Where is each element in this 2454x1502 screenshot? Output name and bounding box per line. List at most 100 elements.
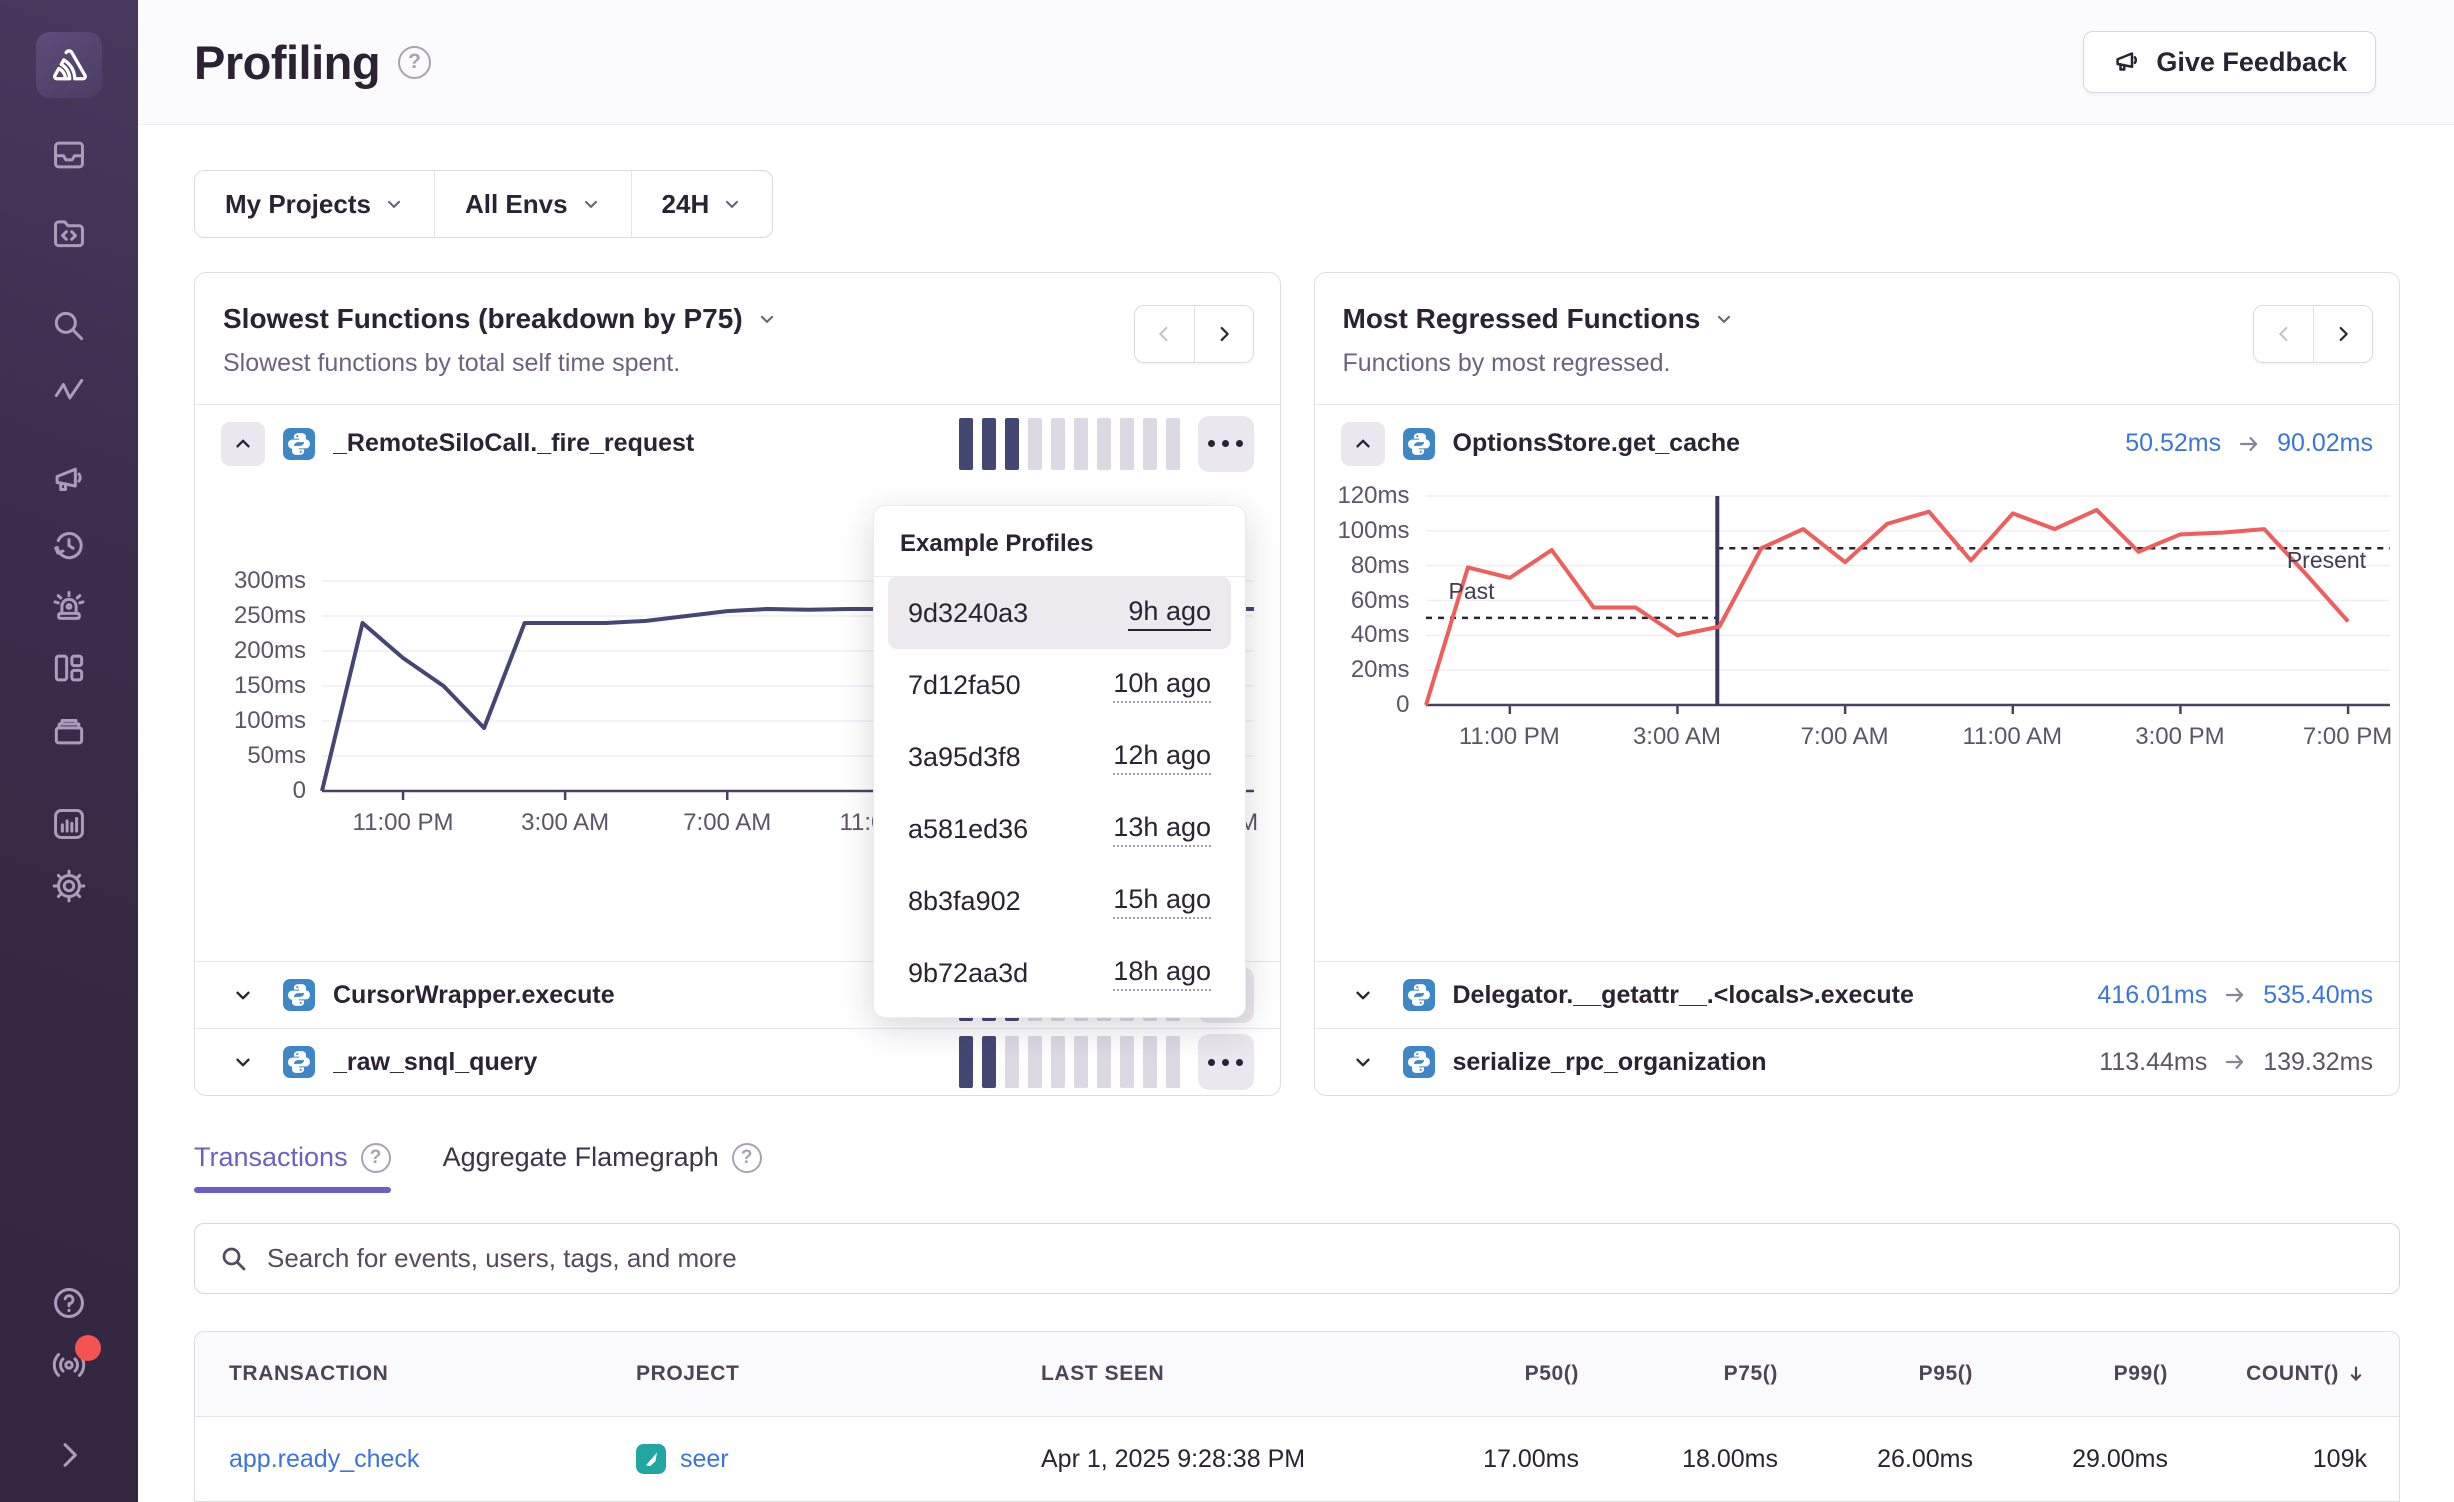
pager-prev-button[interactable] [1135,306,1194,362]
profile-item[interactable]: 9b72aa3d 18h ago [888,937,1231,1009]
col-project[interactable]: PROJECT [636,1362,1041,1386]
search-bar[interactable] [194,1223,2400,1294]
function-row[interactable]: _RemoteSiloCall._fire_request [195,404,1280,482]
tab-transactions[interactable]: Transactions ? [194,1142,391,1193]
most-regressed-title[interactable]: Most Regressed Functions [1343,303,2372,335]
profile-sparkbar[interactable] [959,1036,1180,1088]
function-row[interactable]: serialize_rpc_organization 113.44ms 139.… [1315,1028,2400,1095]
function-name: _RemoteSiloCall._fire_request [333,429,941,458]
search-icon [50,307,88,345]
row-actions-button[interactable] [1198,1034,1254,1090]
expand-row-button[interactable] [221,1040,265,1084]
expand-row-button[interactable] [1341,973,1385,1017]
profile-age[interactable]: 10h ago [1113,668,1211,703]
transaction-link[interactable]: app.ready_check [229,1445,636,1474]
sidebar-item-help[interactable] [47,1281,91,1325]
profile-id[interactable]: 7d12fa50 [908,670,1021,701]
sidebar-item-stats[interactable] [47,802,91,846]
col-p95[interactable]: P95() [1919,1362,1973,1386]
after-value[interactable]: 139.32ms [2263,1048,2373,1077]
table-row[interactable]: app.ready_check seer Apr 1, 2025 9:28:38… [195,1417,2399,1501]
page-help-icon[interactable]: ? [398,46,431,79]
col-transaction[interactable]: TRANSACTION [229,1362,636,1386]
project-cell[interactable]: seer [636,1444,1041,1474]
pager-next-button[interactable] [1194,306,1253,362]
chevron-right-icon [1213,323,1235,345]
environment-filter[interactable]: All Envs [434,171,631,237]
main-area: Profiling ? Give Feedback My Projects Al… [138,0,2454,1502]
sidebar-item-issues[interactable] [47,133,91,177]
profile-id[interactable]: 8b3fa902 [908,886,1021,917]
sidebar-item-home[interactable] [36,32,102,98]
tab-aggregate-flamegraph[interactable]: Aggregate Flamegraph ? [443,1142,762,1193]
after-value[interactable]: 90.02ms [2277,429,2373,458]
chevron-left-icon [1153,323,1175,345]
expand-row-button[interactable] [221,973,265,1017]
clock-history-icon [50,526,88,564]
profile-item[interactable]: 3a95d3f8 12h ago [888,721,1231,793]
chevron-down-icon [1352,984,1374,1006]
pager-next-button[interactable] [2313,306,2372,362]
col-p75[interactable]: P75() [1724,1362,1778,1386]
sidebar-item-settings[interactable] [47,864,91,908]
expand-row-button[interactable] [1341,1040,1385,1084]
before-value[interactable]: 50.52ms [2125,429,2221,458]
sidebar-item-search[interactable] [47,304,91,348]
col-count-sort[interactable]: COUNT() [2246,1362,2367,1386]
function-row[interactable]: OptionsStore.get_cache 50.52ms 90.02ms [1315,404,2400,482]
profile-age[interactable]: 13h ago [1113,812,1211,847]
chevron-left-icon [2273,323,2295,345]
most-regressed-chart[interactable]: 020ms40ms60ms80ms100ms120ms11:00 PM3:00 … [1315,482,2400,961]
function-row[interactable]: _raw_snql_query [195,1028,1280,1095]
before-value[interactable]: 113.44ms [2099,1048,2207,1077]
date-range-label: 24H [662,189,710,220]
sidebar-item-whats-new[interactable] [47,1343,91,1387]
tab-help-icon[interactable]: ? [361,1143,391,1173]
function-row[interactable]: Delegator.__getattr__.<locals>.execute 4… [1315,961,2400,1028]
sidebar-collapse-toggle[interactable] [47,1433,91,1477]
sidebar-item-feedback[interactable] [47,458,91,502]
profile-item[interactable]: 7d12fa50 10h ago [888,649,1231,721]
profile-age[interactable]: 15h ago [1113,884,1211,919]
profile-item[interactable]: a581ed36 13h ago [888,793,1231,865]
profile-age[interactable]: 12h ago [1113,740,1211,775]
panel-subtitle: Slowest functions by total self time spe… [223,349,1252,378]
slowest-functions-title[interactable]: Slowest Functions (breakdown by P75) [223,303,1252,335]
profile-id[interactable]: 9d3240a3 [908,598,1028,629]
profile-age[interactable]: 18h ago [1113,956,1211,991]
col-last-seen[interactable]: LAST SEEN [1041,1362,1381,1386]
profile-id[interactable]: a581ed36 [908,814,1028,845]
sidebar-item-releases[interactable] [47,709,91,753]
col-p50[interactable]: P50() [1525,1362,1579,1386]
profile-id[interactable]: 3a95d3f8 [908,742,1021,773]
chevron-up-icon [232,433,254,455]
profile-item[interactable]: 8b3fa902 15h ago [888,865,1231,937]
collapse-row-button[interactable] [1341,422,1385,466]
profile-sparkbar[interactable] [959,418,1180,470]
tab-help-icon[interactable]: ? [732,1143,762,1173]
give-feedback-button[interactable]: Give Feedback [2083,31,2376,93]
date-range-filter[interactable]: 24H [631,171,773,237]
notification-dot [75,1335,101,1361]
after-value[interactable]: 535.40ms [2263,981,2373,1010]
profile-id[interactable]: 9b72aa3d [908,958,1028,989]
sidebar-item-explore[interactable] [47,211,91,255]
before-value[interactable]: 416.01ms [2097,981,2207,1010]
search-input[interactable] [267,1243,2375,1274]
project-filter[interactable]: My Projects [195,171,434,237]
sidebar-item-traces[interactable] [47,368,91,412]
chevron-down-icon [232,984,254,1006]
sidebar-item-dashboards[interactable] [47,646,91,690]
col-p99[interactable]: P99() [2114,1362,2168,1386]
arrow-right-icon [2223,1050,2247,1074]
collapse-row-button[interactable] [221,422,265,466]
sidebar-item-replays[interactable] [47,523,91,567]
chevron-down-icon [1352,1051,1374,1073]
pager-prev-button[interactable] [2254,306,2313,362]
x-axis-label: 7:00 AM [1801,723,1889,751]
x-axis-label: 3:00 AM [521,809,609,837]
profile-item[interactable]: 9d3240a3 9h ago [888,577,1231,649]
row-actions-button[interactable] [1198,416,1254,472]
sidebar-item-alerts[interactable] [47,585,91,629]
profile-age[interactable]: 9h ago [1128,596,1211,631]
